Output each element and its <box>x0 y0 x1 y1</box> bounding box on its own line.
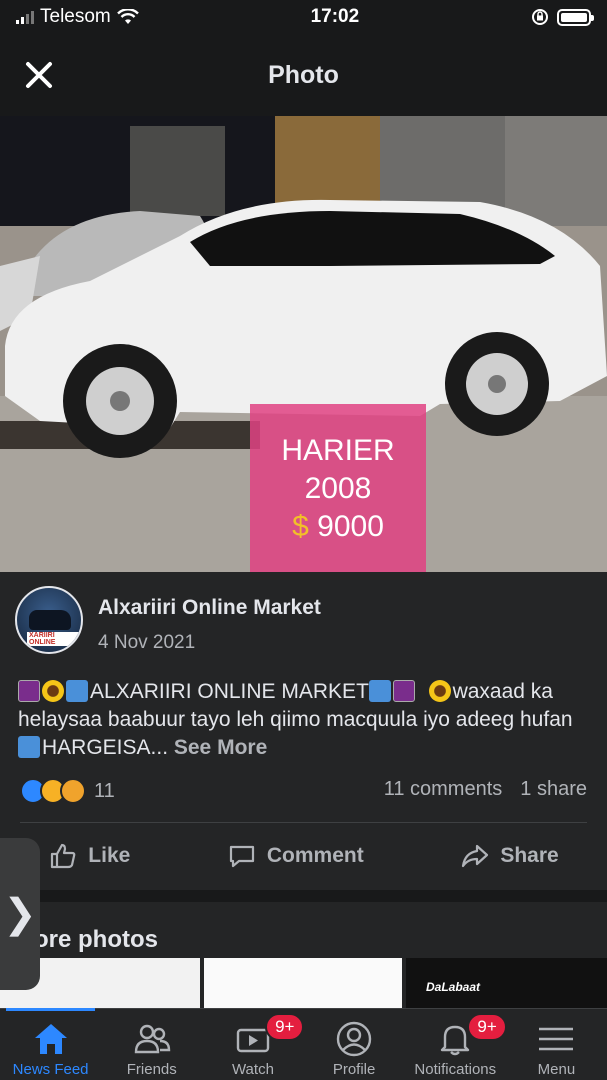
shares-count[interactable]: 1 share <box>520 778 587 801</box>
nav-profile[interactable]: Profile <box>304 1009 405 1080</box>
post-actions: Like Comment Share <box>0 834 607 878</box>
wifi-icon <box>116 9 139 24</box>
post-card: XARIIRI ONLINE Alxariiri Online Market 4… <box>0 572 607 890</box>
sparkle-emoji-icon <box>18 680 40 702</box>
left-arrow-emoji-icon <box>368 680 391 702</box>
price-value: 9000 <box>317 510 384 543</box>
comment-icon <box>229 845 254 868</box>
side-drawer-handle[interactable]: ❯ <box>0 838 40 990</box>
post-author[interactable]: Alxariiri Online Market <box>98 596 321 620</box>
post-photo[interactable]: HARIER 2008 $ 9000 <box>0 116 607 572</box>
right-arrow-emoji-icon <box>18 736 40 758</box>
close-icon <box>26 62 52 88</box>
price-model: HARIER <box>281 434 395 467</box>
like-label: Like <box>88 844 131 867</box>
share-button[interactable]: Share <box>460 841 559 871</box>
chevron-right-icon: ❯ <box>3 892 37 936</box>
carrier-label: Telesom <box>40 6 111 27</box>
notifications-badge: 9+ <box>467 1013 507 1041</box>
menu-icon <box>539 1027 574 1051</box>
share-label: Share <box>500 844 559 867</box>
sunflower-emoji-icon <box>428 680 451 702</box>
price-amount: $ 9000 <box>250 508 426 546</box>
caption-part1: ALXARIIRI ONLINE MARKET <box>90 680 369 703</box>
nav-menu[interactable]: Menu <box>506 1009 607 1080</box>
photo-thumbnail[interactable]: DaLabaat <box>406 958 607 1008</box>
signal-icon <box>16 10 34 24</box>
profile-icon <box>336 1021 372 1057</box>
nav-friends[interactable]: Friends <box>101 1009 202 1080</box>
more-photos-thumbnails: DaLabaat <box>0 958 607 1008</box>
avatar-tag: XARIIRI ONLINE <box>27 632 81 646</box>
more-photos-title: ore photos <box>34 926 158 953</box>
more-photos-section: ore photos DaLabaat <box>0 902 607 1008</box>
watch-badge: 9+ <box>265 1013 305 1041</box>
status-left: Telesom <box>16 6 139 28</box>
rotation-lock-icon <box>531 9 548 25</box>
page-title: Photo <box>268 60 339 89</box>
status-right <box>531 8 594 26</box>
price-tag: HARIER 2008 $ 9000 <box>250 404 426 572</box>
comment-button[interactable]: Comment <box>227 841 364 871</box>
photo-header: Photo <box>0 34 607 116</box>
thumbnail-brand-text: DaLabaat <box>426 980 481 994</box>
battery-icon <box>556 8 594 26</box>
comment-label: Comment <box>266 844 364 867</box>
nav-label: Notifications <box>414 1061 497 1078</box>
nav-label: Watch <box>231 1061 274 1078</box>
divider <box>20 822 587 823</box>
sunflower-emoji-icon <box>42 680 64 702</box>
avatar-car-graphic <box>29 610 71 630</box>
right-arrow-emoji-icon <box>66 680 88 702</box>
nav-label: News Feed <box>12 1061 89 1078</box>
engagement-counts: 11 comments 1 share <box>384 778 587 801</box>
status-bar: Telesom 17:02 <box>0 0 607 34</box>
close-button[interactable] <box>22 58 56 92</box>
thumbs-up-icon <box>51 843 76 869</box>
post-caption: ALXARIIRI ONLINE MARKET waxaad ka helays… <box>18 678 593 762</box>
friends-icon <box>134 1024 170 1054</box>
caption-part3: HARGEISA... <box>42 736 169 759</box>
nav-watch[interactable]: 9+ Watch <box>202 1009 305 1080</box>
nav-news-feed[interactable]: News Feed <box>0 1008 101 1080</box>
see-more-link[interactable]: See More <box>174 736 267 759</box>
reaction-summary[interactable]: 11 <box>20 778 115 804</box>
sparkle-emoji-icon <box>392 680 415 702</box>
like-button[interactable]: Like <box>48 841 130 871</box>
price-year: 2008 <box>304 472 372 505</box>
avatar[interactable]: XARIIRI ONLINE <box>15 586 83 654</box>
nav-notifications[interactable]: 9+ Notifications <box>405 1009 507 1080</box>
nav-label: Friends <box>126 1061 177 1078</box>
price-symbol: $ <box>292 510 309 543</box>
comments-count[interactable]: 11 comments <box>384 778 503 801</box>
home-icon <box>34 1024 67 1054</box>
clock: 17:02 <box>310 6 360 27</box>
care-reaction-icon <box>60 778 86 804</box>
post-date[interactable]: 4 Nov 2021 <box>98 632 195 654</box>
reaction-count: 11 <box>94 779 115 802</box>
bottom-nav: News Feed Friends 9+ Watch Profile 9+ No… <box>0 1008 607 1080</box>
nav-label: Profile <box>332 1061 376 1078</box>
share-icon <box>462 844 489 868</box>
photo-thumbnail[interactable] <box>204 958 402 1008</box>
nav-label: Menu <box>537 1061 576 1078</box>
